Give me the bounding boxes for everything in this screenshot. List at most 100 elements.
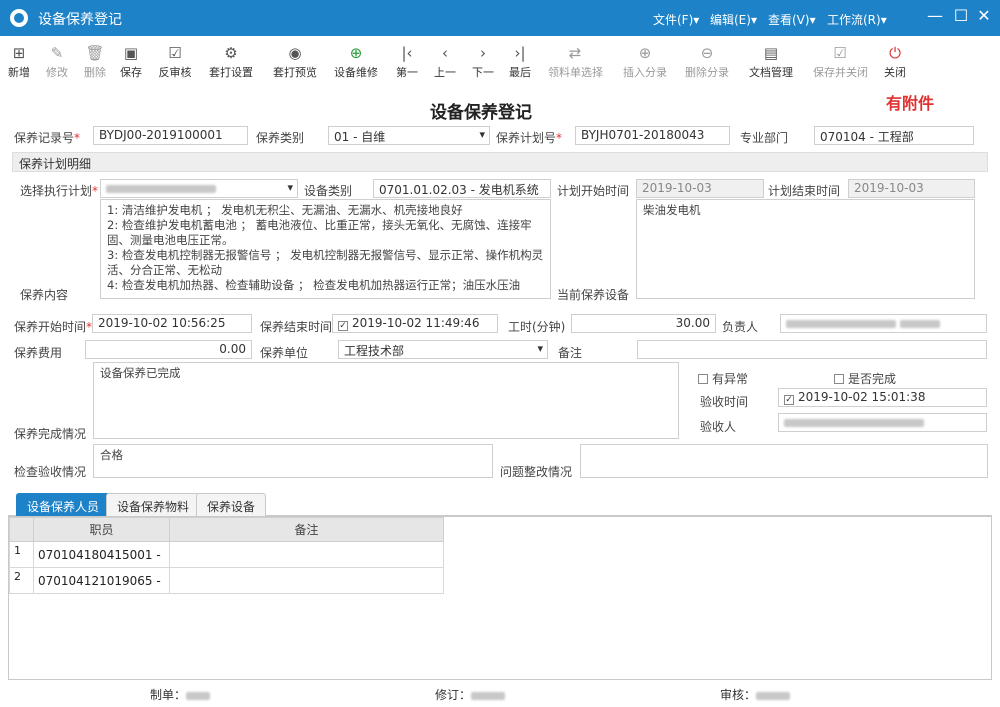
work-hours-label: 工时(分钟) <box>508 320 566 334</box>
toolbar-button[interactable]: ▤ 文档管理 <box>744 44 798 80</box>
toolbar-button[interactable]: ☑ 反审核 <box>148 44 202 80</box>
menu-workflow[interactable]: 工作流(R)▾ <box>827 11 887 28</box>
accept-time-field[interactable]: ✓ 2019-10-02 15:01:38 <box>778 388 987 407</box>
equipment-type-field[interactable]: 0701.01.02.03 - 发电机系统 <box>373 179 551 198</box>
toolbar-button[interactable]: ⇄ 领料单选择 <box>548 44 603 80</box>
toolbar-button[interactable]: ›| 最后 <box>493 44 547 80</box>
rectify-textarea[interactable] <box>580 444 988 478</box>
toolbar-button-label: 反审核 <box>158 66 192 79</box>
cost-field[interactable]: 0.00 <box>85 340 252 359</box>
start-time-label: 保养开始时间 <box>14 318 92 335</box>
window-title: 设备保养登记 <box>38 12 122 28</box>
print-setup-icon: ⚙ <box>224 44 238 62</box>
document-icon: ▤ <box>763 44 779 62</box>
toolbar-button[interactable]: ☑ 保存并关闭 <box>813 44 868 80</box>
last-icon: ›| <box>514 44 526 62</box>
menu-file[interactable]: 文件(F)▾ <box>653 11 699 28</box>
toolbar-button-label: 关闭 <box>884 66 906 79</box>
current-equipment-textarea[interactable]: 柴油发电机 <box>636 199 975 299</box>
table-row[interactable]: 2 070104121019065 - <box>9 567 444 594</box>
toolbar-button[interactable]: ⊕ 设备维修 <box>329 44 383 80</box>
personnel-grid: 职员 备注 1 070104180415001 - 2 070104121019… <box>8 516 992 680</box>
start-time-field[interactable]: 2019-10-02 10:56:25 <box>92 314 252 333</box>
end-time-field[interactable]: ✓ 2019-10-02 11:49:46 <box>332 314 498 333</box>
toolbar-button[interactable]: ⚙ 套打设置 <box>204 44 258 80</box>
accept-time-checkbox[interactable]: ✓ <box>784 395 794 405</box>
toolbar-button-label: 套打设置 <box>209 66 253 79</box>
attachment-notice[interactable]: 有附件 <box>886 90 934 114</box>
plan-end-field: 2019-10-03 <box>848 179 975 198</box>
reviser-label: 修订： <box>435 688 472 702</box>
category-label: 保养类别 <box>256 131 305 145</box>
content-textarea[interactable]: 1: 清洁维护发电机 ； 发电机无积尘、无漏油、无漏水、机壳接地良好 2: 检查… <box>100 199 551 299</box>
abnormal-label: 有异常 <box>712 372 749 386</box>
done-checkbox[interactable]: 是否完成 <box>834 370 896 387</box>
delete-row-icon: ⊖ <box>700 44 714 62</box>
note-cell[interactable] <box>169 541 444 568</box>
department-label: 专业部门 <box>740 131 789 145</box>
app-logo-icon <box>10 9 28 27</box>
remark-label: 备注 <box>558 346 583 360</box>
end-time-label: 保养结束时间 <box>260 320 333 334</box>
section-title: 保养计划明细 <box>19 157 92 171</box>
toolbar-button-label: 套打预览 <box>273 66 317 79</box>
category-select[interactable]: 01 - 自维 <box>328 126 490 145</box>
insert-row-icon: ⊕ <box>638 44 652 62</box>
save-close-icon: ☑ <box>833 44 847 62</box>
note-column-header[interactable]: 备注 <box>169 517 444 542</box>
menu-view[interactable]: 查看(V)▾ <box>768 11 816 28</box>
toolbar-button-label: 删除分录 <box>685 66 729 79</box>
plan-no-field[interactable]: BYJH0701-20180043 <box>575 126 730 145</box>
auditor-info: 审核： <box>720 686 791 703</box>
tab-materials[interactable]: 设备保养物料 <box>106 493 201 516</box>
current-equipment-label: 当前保养设备 <box>557 288 630 302</box>
minimize-icon[interactable]: — <box>925 6 945 25</box>
toolbar-button[interactable]: ⊕ 插入分录 <box>618 44 672 80</box>
owner-field[interactable] <box>780 314 987 333</box>
tab-equipment[interactable]: 保养设备 <box>196 493 267 516</box>
end-time-value: 2019-10-02 11:49:46 <box>352 316 480 330</box>
end-time-checkbox[interactable]: ✓ <box>338 321 348 331</box>
refresh-icon: ⇄ <box>568 44 582 62</box>
title-bar: 设备保养登记 文件(F)▾ 编辑(E)▾ 查看(V)▾ 工作流(R)▾ — ☐ … <box>0 0 1000 36</box>
content-line: 1: 清洁维护发电机 ； 发电机无积尘、无漏油、无漏水、机壳接地良好 <box>107 203 463 217</box>
done-label: 是否完成 <box>848 372 897 386</box>
acceptor-label: 验收人 <box>700 420 737 434</box>
toolbar-button[interactable]: ⊖ 删除分录 <box>680 44 734 80</box>
work-hours-field[interactable]: 30.00 <box>571 314 716 333</box>
auditor-label: 审核： <box>720 688 757 702</box>
maximize-icon[interactable]: ☐ <box>951 6 971 25</box>
table-row[interactable]: 1 070104180415001 - <box>9 541 444 568</box>
personnel-table: 职员 备注 1 070104180415001 - 2 070104121019… <box>9 517 444 594</box>
exec-plan-select[interactable] <box>100 179 298 198</box>
owner-label: 负责人 <box>722 320 759 334</box>
toolbar-button-label: 文档管理 <box>749 66 793 79</box>
plan-end-label: 计划结束时间 <box>768 184 841 198</box>
equipment-type-label: 设备类别 <box>304 184 353 198</box>
menu-edit[interactable]: 编辑(E)▾ <box>710 11 757 28</box>
accept-time-label: 验收时间 <box>700 395 749 409</box>
close-window-icon[interactable]: ✕ <box>974 6 994 25</box>
accept-time-value: 2019-10-02 15:01:38 <box>798 390 926 404</box>
tab-personnel[interactable]: 设备保养人员 <box>16 493 111 516</box>
record-no-field[interactable]: BYDJ00-2019100001 <box>93 126 248 145</box>
unit-select[interactable]: 工程技术部 <box>338 340 548 359</box>
department-field[interactable]: 070104 - 工程部 <box>814 126 974 145</box>
unit-label: 保养单位 <box>260 346 309 360</box>
completion-textarea[interactable]: 设备保养已完成 <box>93 362 679 439</box>
content-line: 4: 检查发电机加热器、检查辅助设备 ； 检查发电机加热器运行正常；油压水压油 <box>107 278 521 292</box>
staff-cell[interactable]: 070104180415001 - <box>33 541 170 568</box>
note-cell[interactable] <box>169 567 444 594</box>
toolbar-button[interactable]: ⏻ 关闭 <box>868 44 922 80</box>
abnormal-checkbox[interactable]: 有异常 <box>698 370 748 387</box>
maker-info: 制单： <box>150 686 211 703</box>
staff-column-header[interactable]: 职员 <box>33 517 170 542</box>
toolbar-button[interactable]: ◉ 套打预览 <box>268 44 322 80</box>
inspection-textarea[interactable]: 合格 <box>93 444 493 478</box>
cost-label: 保养费用 <box>14 346 63 360</box>
toolbar-button-label: 设备维修 <box>334 66 378 79</box>
acceptor-field[interactable] <box>778 413 987 432</box>
staff-cell[interactable]: 070104121019065 - <box>33 567 170 594</box>
remark-field[interactable] <box>637 340 987 359</box>
unaudit-icon: ☑ <box>168 44 182 62</box>
